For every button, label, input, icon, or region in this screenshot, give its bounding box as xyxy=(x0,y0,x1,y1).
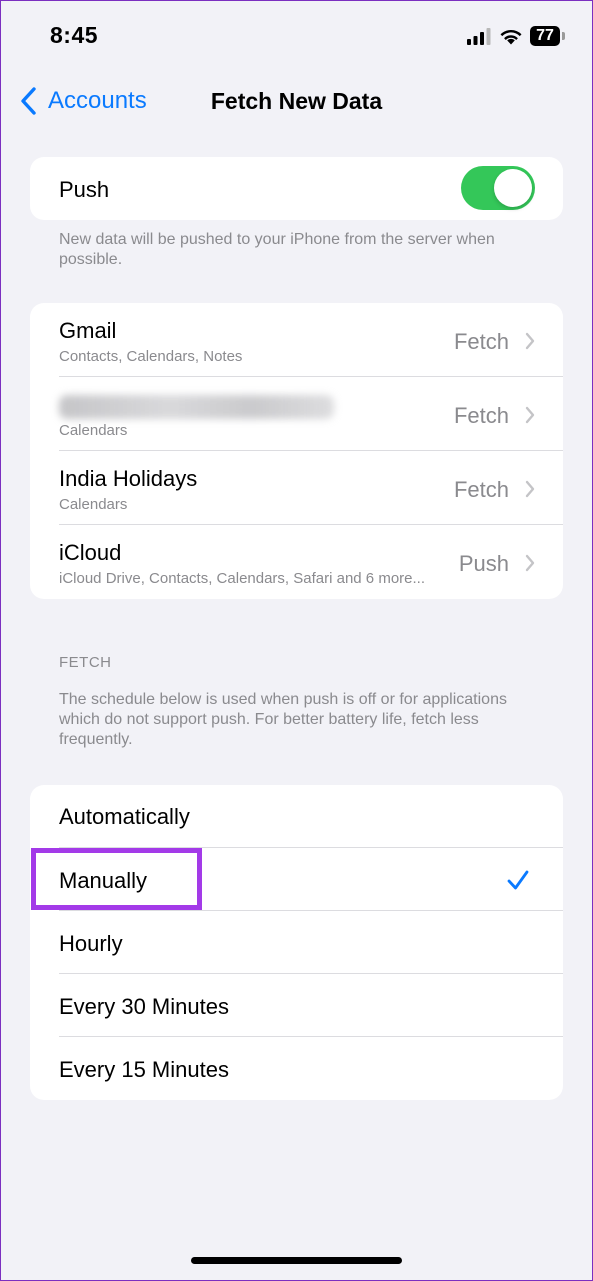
push-toggle[interactable] xyxy=(461,166,535,210)
account-name: iCloud xyxy=(59,540,122,565)
account-value: Fetch xyxy=(453,403,509,428)
battery-icon: 77 xyxy=(530,26,566,46)
accounts-group: Gmail Contacts, Calendars, Notes Fetch C… xyxy=(30,303,563,599)
account-value: Fetch xyxy=(453,329,509,354)
account-row-gmail[interactable]: Gmail Contacts, Calendars, Notes Fetch xyxy=(30,303,563,377)
account-detail: Calendars xyxy=(59,496,128,513)
checkmark-icon xyxy=(507,870,529,890)
account-detail: Calendars xyxy=(59,422,128,439)
push-group: Push xyxy=(30,157,563,220)
fetch-option-every-30-minutes[interactable]: Every 30 Minutes xyxy=(30,974,563,1037)
toggle-knob xyxy=(494,169,532,207)
redacted-account-name xyxy=(59,395,334,419)
fetch-option-label: Automatically xyxy=(59,804,190,829)
account-row-icloud[interactable]: iCloud iCloud Drive, Contacts, Calendars… xyxy=(30,525,563,599)
fetch-option-automatically[interactable]: Automatically xyxy=(30,785,563,848)
account-value: Fetch xyxy=(453,477,509,502)
fetch-option-label: Every 30 Minutes xyxy=(59,994,229,1019)
chevron-right-icon xyxy=(525,554,535,572)
fetch-description: The schedule below is used when push is … xyxy=(59,691,507,748)
account-detail: Contacts, Calendars, Notes xyxy=(59,348,243,365)
chevron-right-icon xyxy=(525,332,535,350)
page-title: Fetch New Data xyxy=(210,88,383,114)
push-label: Push xyxy=(59,177,110,202)
push-row: Push xyxy=(30,157,563,220)
status-bar: 8:45 77 xyxy=(0,0,593,70)
cellular-signal-icon xyxy=(467,28,491,45)
chevron-right-icon xyxy=(525,480,535,498)
home-indicator[interactable] xyxy=(191,1257,402,1264)
fetch-option-label: Manually xyxy=(59,868,148,893)
battery-percentage: 77 xyxy=(536,27,554,44)
push-footnote: New data will be pushed to your iPhone f… xyxy=(59,231,495,268)
account-name: Gmail xyxy=(59,318,117,343)
fetch-option-label: Hourly xyxy=(59,931,123,956)
battery-nub xyxy=(562,32,565,40)
fetch-options-group: Automatically Manually Hourly Every 30 M… xyxy=(30,785,563,1100)
fetch-option-every-15-minutes[interactable]: Every 15 Minutes xyxy=(30,1037,563,1100)
account-detail: iCloud Drive, Contacts, Calendars, Safar… xyxy=(59,570,425,587)
account-name: India Holidays xyxy=(59,466,198,491)
fetch-option-manually[interactable]: Manually xyxy=(30,848,563,911)
account-row-india-holidays[interactable]: India Holidays Calendars Fetch xyxy=(30,451,563,525)
account-row-redacted[interactable]: Calendars Fetch xyxy=(30,377,563,451)
fetch-option-label: Every 15 Minutes xyxy=(59,1057,229,1082)
fetch-section-header: FETCH xyxy=(59,654,112,671)
status-time: 8:45 xyxy=(50,22,99,48)
fetch-option-hourly[interactable]: Hourly xyxy=(30,911,563,974)
account-value: Push xyxy=(458,551,509,576)
wifi-icon xyxy=(500,29,522,45)
chevron-right-icon xyxy=(525,406,535,424)
navigation-bar: Accounts Fetch New Data xyxy=(0,80,593,124)
